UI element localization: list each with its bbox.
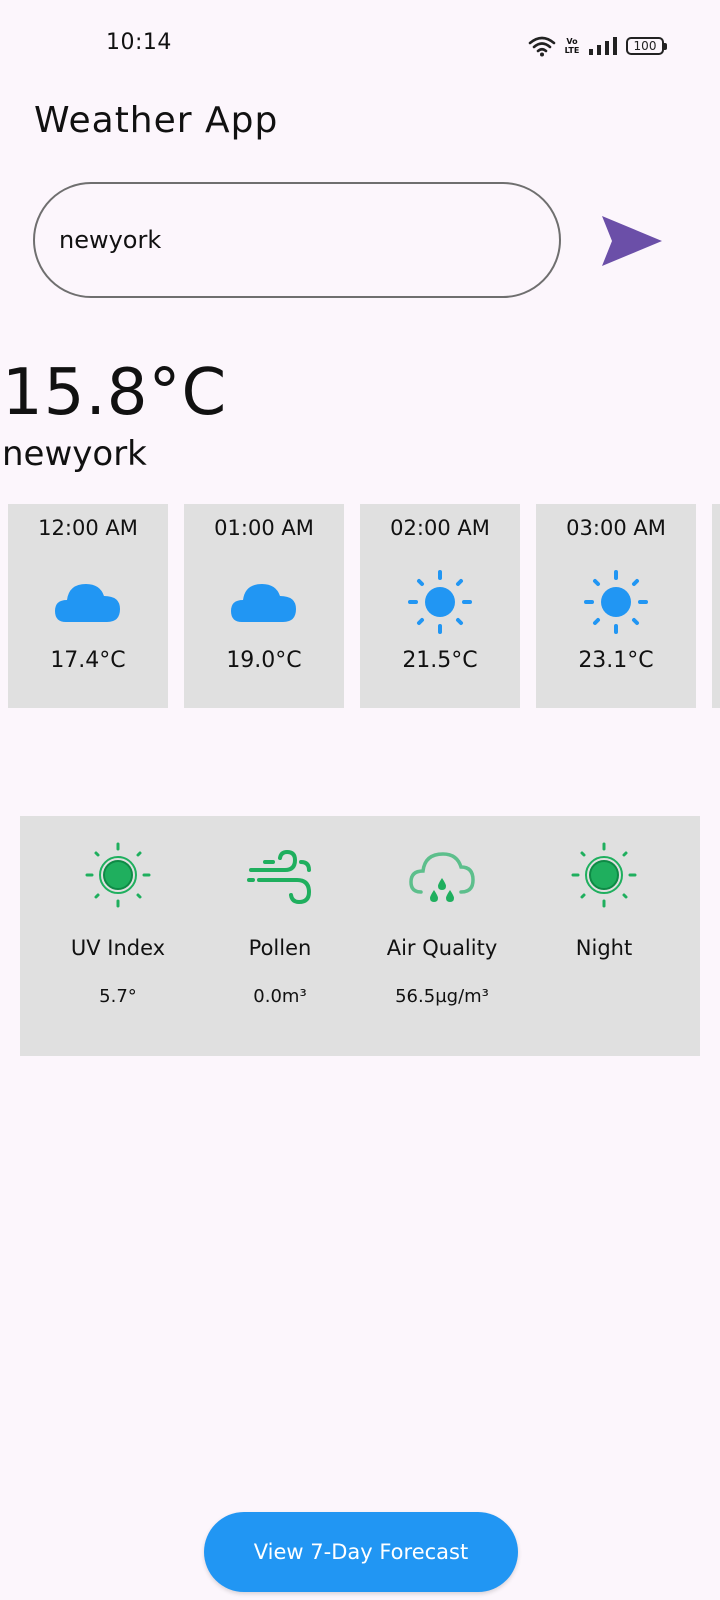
current-city: newyork	[2, 434, 147, 474]
uv-sun-icon	[85, 842, 151, 908]
hour-time: 02:00 AM	[390, 516, 490, 540]
cloud-icon	[55, 584, 120, 622]
sun-icon	[584, 570, 648, 634]
detail-label: UV Index	[70, 936, 166, 960]
detail-label: Air Quality	[386, 936, 498, 960]
wind-icon	[247, 849, 312, 905]
detail-value: 5.7°	[99, 986, 137, 1007]
signal-icon	[589, 37, 617, 55]
app-title: Weather App	[34, 100, 279, 141]
hour-time: 12:00 AM	[38, 516, 138, 540]
status-time: 10:14	[106, 30, 172, 55]
detail-night: Night	[524, 840, 684, 1020]
hour-temp: 19.0°C	[226, 648, 302, 673]
status-icons: Vo LTE 100	[528, 34, 667, 58]
detail-value: 0.0m³	[253, 986, 307, 1007]
hour-temp: 17.4°C	[50, 648, 126, 673]
hourly-card: 01:00 AM 19.0°C	[184, 504, 344, 708]
weather-details-panel: UV Index 5.7° Pollen 0.0m³ Air Quality 5…	[20, 816, 700, 1056]
status-bar: 10:14 Vo LTE 100	[0, 0, 720, 90]
detail-air-quality: Air Quality 56.5µg/m³	[362, 840, 522, 1020]
detail-uv-index: UV Index 5.7°	[38, 840, 198, 1020]
detail-label: Pollen	[248, 936, 312, 960]
detail-pollen: Pollen 0.0m³	[200, 840, 360, 1020]
current-temperature: 15.8°C	[2, 356, 228, 430]
detail-value: 56.5µg/m³	[395, 986, 489, 1007]
hourly-forecast-list[interactable]: 12:00 AM 17.4°C 01:00 AM 19.0°C 02:00 AM	[8, 504, 720, 708]
city-search-input[interactable]	[33, 182, 561, 298]
cloud-rain-icon	[409, 852, 475, 902]
cloud-icon	[231, 584, 296, 622]
hourly-card: 03:00 AM 23.1°C	[536, 504, 696, 708]
hourly-card: 02:00 AM 21.5°C	[360, 504, 520, 708]
view-7-day-forecast-button[interactable]: View 7-Day Forecast	[204, 1512, 518, 1592]
send-icon[interactable]	[600, 214, 664, 268]
wifi-icon	[528, 36, 556, 57]
battery-icon: 100	[626, 37, 667, 55]
hour-temp: 23.1°C	[578, 648, 654, 673]
hour-time: 03:00 AM	[566, 516, 666, 540]
hour-time: 01:00 AM	[214, 516, 314, 540]
night-sun-icon	[571, 842, 637, 908]
hour-temp: 21.5°C	[402, 648, 478, 673]
hourly-card-partial	[712, 504, 720, 708]
hourly-card: 12:00 AM 17.4°C	[8, 504, 168, 708]
detail-label: Night	[575, 936, 633, 960]
sun-icon	[408, 570, 472, 634]
volte-icon: Vo LTE	[564, 37, 580, 55]
